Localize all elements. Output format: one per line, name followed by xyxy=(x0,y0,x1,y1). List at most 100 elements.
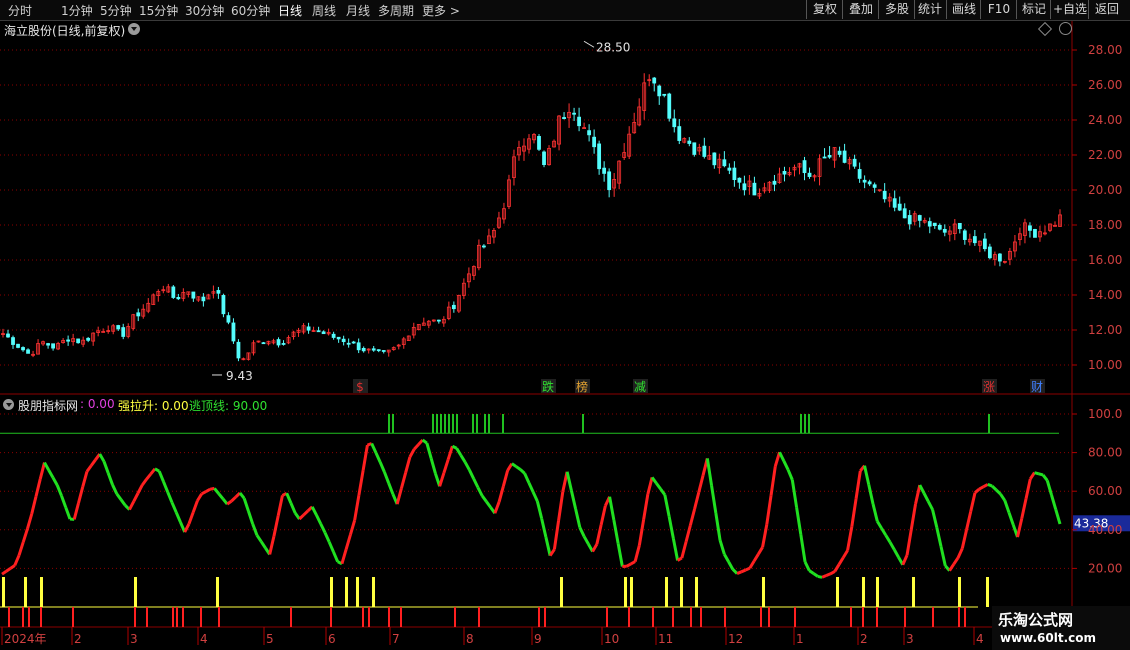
top-signal-bar xyxy=(502,414,504,434)
yellow-spike xyxy=(912,577,915,607)
indicator-segment xyxy=(799,534,807,563)
indicator-segment xyxy=(655,482,662,490)
indicator-segment xyxy=(548,548,556,557)
date-label: 6 xyxy=(328,632,336,646)
indicator-segment xyxy=(591,543,599,553)
tab-monthly[interactable]: 月线 xyxy=(346,2,370,19)
indicator-segment xyxy=(217,492,225,500)
indicator-segment xyxy=(642,493,650,521)
candle-body xyxy=(882,190,887,200)
tab-15min[interactable]: 15分钟 xyxy=(139,2,178,19)
indicator-segment xyxy=(438,472,446,487)
candle-body xyxy=(136,312,141,317)
candle-body xyxy=(191,291,196,299)
top-signal-bar xyxy=(444,414,446,434)
candle-body xyxy=(221,295,226,315)
indicator-segment xyxy=(612,519,620,544)
stats-button[interactable]: 统计 xyxy=(914,0,945,19)
tab-1min[interactable]: 1分钟 xyxy=(61,2,93,19)
indicator-segment xyxy=(196,493,203,502)
red-tick xyxy=(28,607,30,627)
red-tick xyxy=(652,607,654,627)
candle-body xyxy=(46,343,50,346)
candle-body xyxy=(587,130,592,136)
indicator-segment xyxy=(663,494,671,517)
price-tick-label: 24.00 xyxy=(1088,113,1122,127)
red-tick xyxy=(478,607,480,627)
price-tick-label: 16.00 xyxy=(1088,253,1122,267)
tab-daily[interactable]: 日线 xyxy=(278,2,302,19)
red-tick xyxy=(368,607,370,627)
mark-button[interactable]: 标记 xyxy=(1016,0,1051,19)
indicator-segment xyxy=(162,481,170,493)
candle-body xyxy=(602,167,607,174)
overlay-button[interactable]: 叠加 xyxy=(842,0,879,19)
circle-icon[interactable] xyxy=(1059,22,1072,35)
indicator-segment xyxy=(731,568,739,575)
top-signal-bar xyxy=(808,414,810,434)
tab-weekly[interactable]: 周线 xyxy=(312,2,336,19)
indicator-segment xyxy=(468,469,475,480)
draw-line-button[interactable]: 画线 xyxy=(946,0,981,19)
candle-body xyxy=(236,341,241,359)
indicator-segment xyxy=(821,574,827,579)
fuquan-button[interactable]: 复权 xyxy=(806,0,843,19)
indicator-segment xyxy=(667,515,675,539)
date-label: 8 xyxy=(466,632,474,646)
indicator-segment xyxy=(544,536,552,556)
y-axis: 28.00 26.00 24.00 22.00 20.00 18.00 16.00 14.00… xyxy=(1072,43,1122,575)
indicator-segment xyxy=(1007,512,1015,526)
indicator-name[interactable]: 股朋指标网 xyxy=(18,397,78,414)
indicator-segment xyxy=(81,471,89,488)
indicator-segment xyxy=(616,543,624,567)
top-signal-bar xyxy=(582,414,584,434)
tab-more[interactable]: 更多 > xyxy=(422,2,460,19)
red-tick xyxy=(200,607,202,627)
indicator-segment xyxy=(842,549,849,559)
indicator-segment xyxy=(854,470,862,500)
yellow-spike xyxy=(695,577,698,607)
back-button[interactable]: 返回 xyxy=(1088,0,1125,19)
indicator-segment xyxy=(833,563,841,573)
indicator-segment xyxy=(956,547,964,559)
tab-60min[interactable]: 60分钟 xyxy=(231,2,270,19)
yellow-spike xyxy=(836,577,839,607)
candle-body xyxy=(962,230,967,240)
indicator-tick-label: 80.00 xyxy=(1088,446,1122,460)
red-tick xyxy=(538,607,540,627)
indicator-segment xyxy=(744,566,751,572)
indicator-segment xyxy=(51,476,59,486)
multi-stock-button[interactable]: 多股 xyxy=(878,0,915,19)
indicator-segment xyxy=(884,534,892,543)
indicator-segment xyxy=(922,492,930,503)
tab-multi-period[interactable]: 多周期 xyxy=(378,2,414,19)
stock-title: 海立股份(日线,前复权) xyxy=(4,24,126,38)
top-signal-bar xyxy=(456,414,458,434)
date-label: 11 xyxy=(658,632,673,646)
red-tick xyxy=(72,607,74,627)
candle-body xyxy=(907,215,912,225)
tab-fenshi[interactable]: 分时 xyxy=(8,2,32,19)
date-label: 2024年 xyxy=(4,632,47,646)
chevron-down-icon[interactable] xyxy=(128,23,140,35)
f10-button[interactable]: F10 xyxy=(980,0,1017,19)
indicator-segment xyxy=(778,451,786,462)
indicator-segment xyxy=(187,511,195,525)
red-tick xyxy=(330,607,332,627)
candle-body xyxy=(542,151,546,166)
indicator-segment xyxy=(723,553,730,563)
indicator-segment xyxy=(535,500,544,519)
indicator-chevron-down-icon[interactable] xyxy=(3,399,14,410)
red-tick xyxy=(932,607,934,627)
candle-body xyxy=(737,177,742,183)
indicator-segment xyxy=(429,457,437,474)
indicator-segment xyxy=(846,526,854,551)
tab-30min[interactable]: 30分钟 xyxy=(185,2,224,19)
red-tick xyxy=(134,607,136,627)
indicator-segment xyxy=(1038,472,1044,477)
candle-body xyxy=(827,155,832,158)
indicator-segment xyxy=(408,448,416,458)
tab-5min[interactable]: 5分钟 xyxy=(100,2,132,19)
add-watchlist-button[interactable]: +自选 xyxy=(1050,0,1089,19)
candle-body xyxy=(216,290,221,294)
